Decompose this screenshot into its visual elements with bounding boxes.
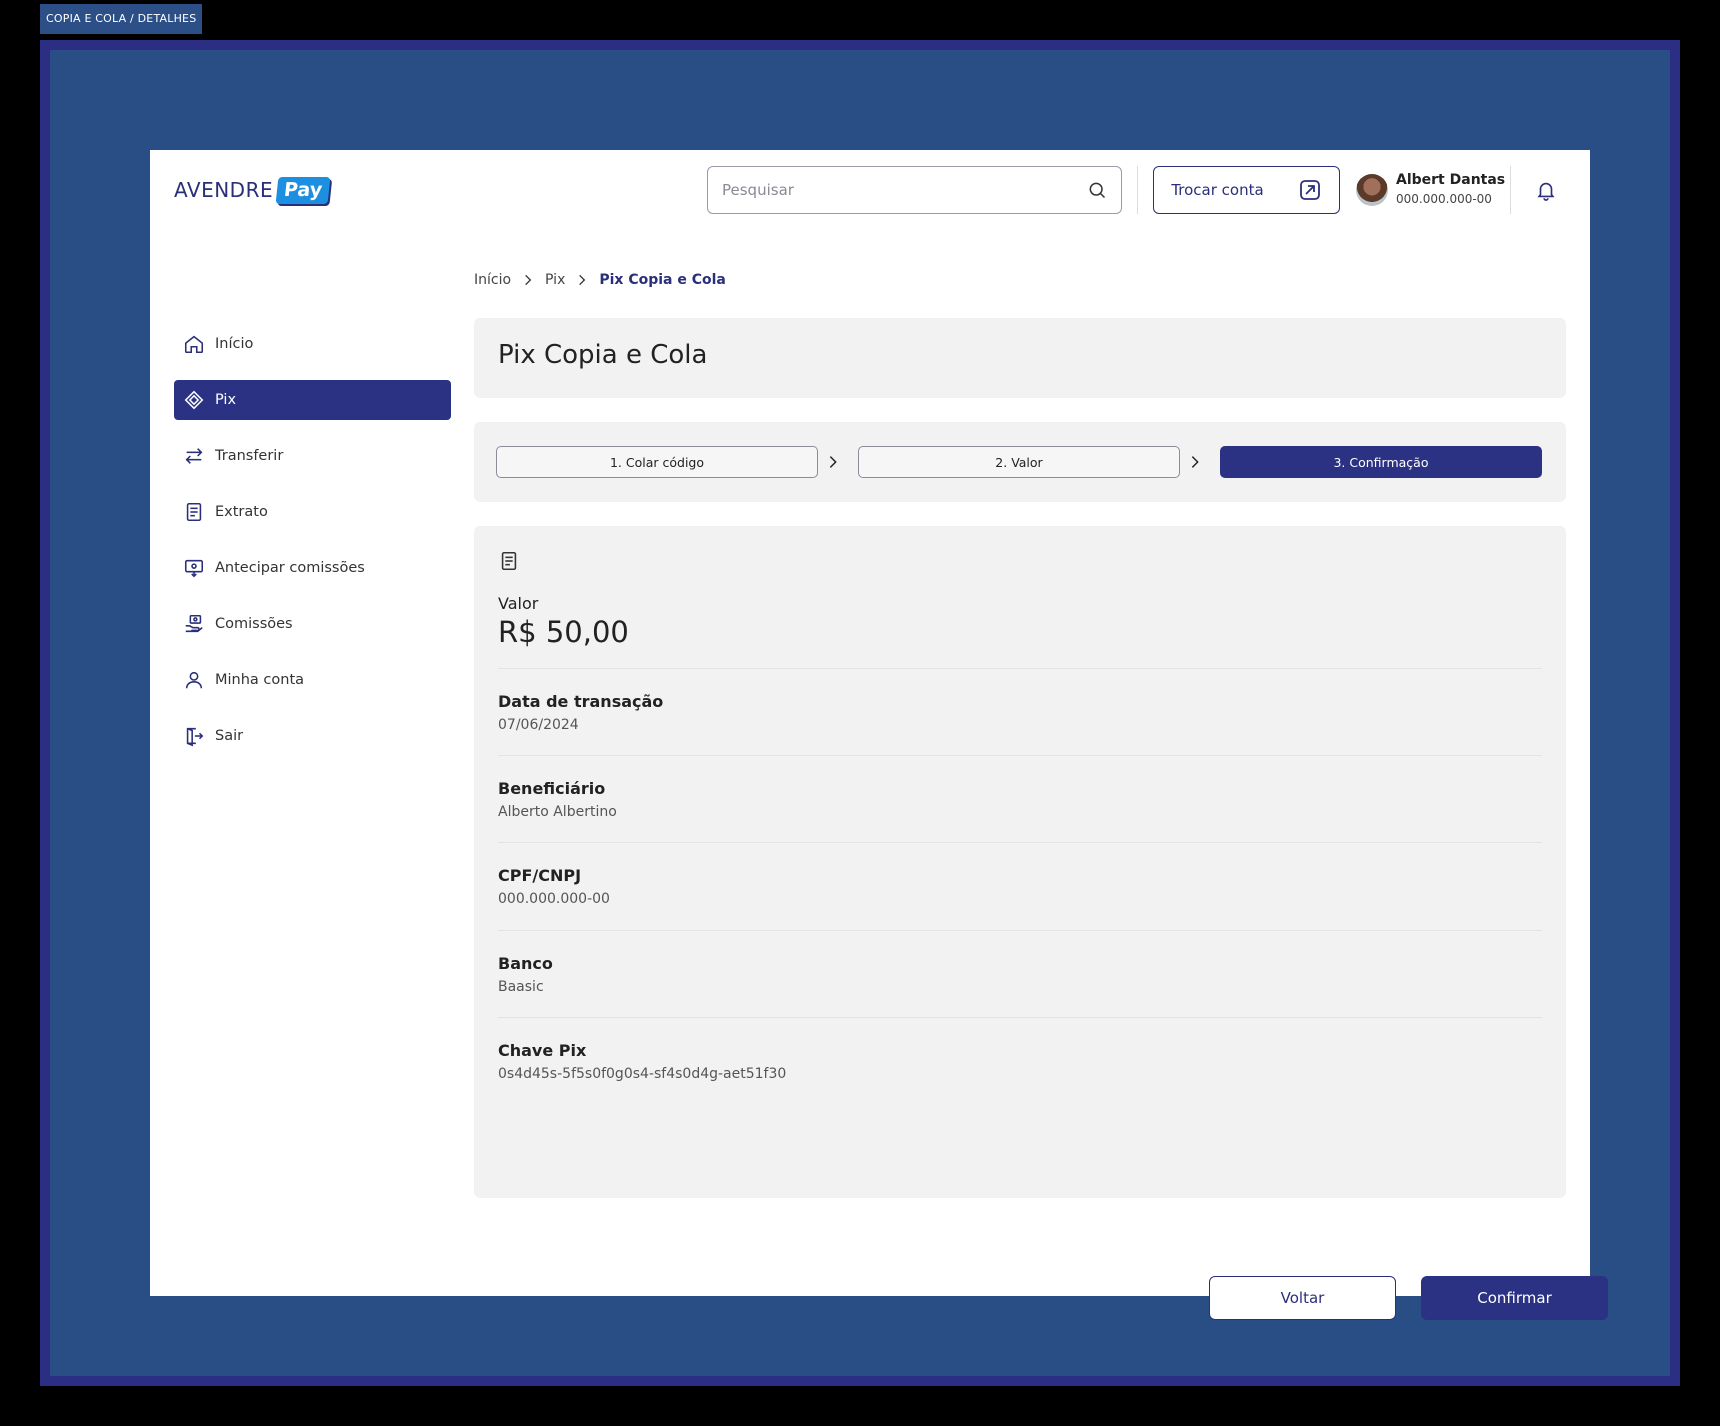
chevron-right-icon (1191, 456, 1199, 468)
header-divider (1510, 166, 1511, 214)
sidebar-item-comissoes[interactable]: Comissões (174, 604, 451, 644)
receipt-icon (501, 551, 517, 571)
sidebar-item-label: Pix (215, 392, 237, 408)
field-label: Chave Pix (498, 1041, 587, 1060)
commission-icon (185, 614, 203, 633)
chevron-right-icon (829, 456, 837, 468)
step-valor[interactable]: 2. Valor (858, 446, 1180, 478)
switch-account-button[interactable]: Trocar conta (1153, 166, 1340, 214)
home-icon (184, 335, 204, 354)
sidebar-item-label: Início (215, 336, 254, 352)
frame-label: COPIA E COLA / DETALHES (40, 4, 203, 34)
bell-icon[interactable] (1535, 178, 1557, 202)
field-value: 0s4d45s-5f5s0f0g0s4-sf4s0d4g-aet51f30 (498, 1066, 787, 1082)
chevron-right-icon (579, 274, 586, 286)
field-label: Data de transação (498, 692, 664, 711)
search-icon[interactable] (1087, 180, 1107, 200)
detail-field-beneficiary: Beneficiário Alberto Albertino (498, 779, 1542, 820)
logo-text: AVENDRE (174, 178, 274, 202)
transaction-details: Valor R$ 50,00 Data de transação 07/06/2… (474, 526, 1566, 1198)
pix-icon (184, 390, 204, 410)
transfer-icon (185, 448, 203, 464)
logout-icon (186, 727, 204, 747)
back-button[interactable]: Voltar (1209, 1276, 1396, 1320)
title-panel: Pix Copia e Cola (474, 318, 1566, 398)
sidebar-item-label: Minha conta (215, 672, 305, 688)
divider (498, 668, 1542, 669)
user-document: 000.000.000-00 (1396, 192, 1492, 206)
header-divider (1137, 166, 1138, 214)
sidebar-item-label: Comissões (215, 616, 293, 632)
divider (498, 930, 1542, 931)
advance-commission-icon (184, 559, 204, 578)
step-confirmacao[interactable]: 3. Confirmação (1220, 446, 1542, 478)
detail-field-pix-key: Chave Pix 0s4d45s-5f5s0f0g0s4-sf4s0d4g-a… (498, 1041, 1542, 1082)
amount-field: Valor R$ 50,00 (498, 594, 1542, 649)
confirm-button[interactable]: Confirmar (1421, 1276, 1608, 1320)
sidebar-item-label: Sair (215, 728, 244, 744)
stepper: 1. Colar código 2. Valor 3. Confirmação (474, 422, 1566, 502)
amount-value: R$ 50,00 (498, 615, 629, 649)
amount-label: Valor (498, 594, 539, 613)
field-label: Beneficiário (498, 779, 606, 798)
page-title: Pix Copia e Cola (498, 340, 708, 370)
detail-field-bank: Banco Baasic (498, 954, 1542, 995)
sidebar-item-sair[interactable]: Sair (174, 716, 451, 756)
user-name: Albert Dantas (1396, 172, 1506, 188)
field-label: CPF/CNPJ (498, 866, 582, 885)
field-value: Alberto Albertino (498, 804, 617, 820)
canvas-background: AVENDRE Pay Pesquisar Trocar conta Alber… (50, 50, 1670, 1376)
app-window: AVENDRE Pay Pesquisar Trocar conta Alber… (150, 150, 1608, 1320)
breadcrumb-item[interactable]: Início (474, 272, 511, 288)
divider (498, 1017, 1542, 1018)
sidebar-item-transferir[interactable]: Transferir (174, 436, 451, 476)
detail-field-document: CPF/CNPJ 000.000.000-00 (498, 866, 1542, 907)
switch-account-label: Trocar conta (1171, 181, 1264, 199)
sidebar-item-pix[interactable]: Pix (174, 380, 451, 420)
divider (498, 842, 1542, 843)
field-value: 000.000.000-00 (498, 891, 610, 907)
breadcrumb-current: Pix Copia e Cola (599, 272, 726, 288)
divider (498, 755, 1542, 756)
breadcrumb: Início Pix Pix Copia e Cola (474, 272, 726, 288)
avatar[interactable] (1356, 174, 1388, 206)
statement-icon (186, 502, 202, 522)
external-arrow-icon (1299, 180, 1320, 200)
sidebar-item-label: Extrato (215, 504, 268, 520)
field-value: Baasic (498, 979, 544, 995)
brand-logo[interactable]: AVENDRE Pay (174, 172, 331, 208)
sidebar-item-inicio[interactable]: Início (174, 324, 451, 364)
sidebar-item-antecipar-comissoes[interactable]: Antecipar comissões (174, 548, 451, 588)
step-colar-codigo[interactable]: 1. Colar código (496, 446, 818, 478)
sidebar-item-label: Antecipar comissões (215, 560, 365, 576)
search-input[interactable]: Pesquisar (707, 166, 1122, 214)
field-label: Banco (498, 954, 553, 973)
canvas-border: AVENDRE Pay Pesquisar Trocar conta Alber… (40, 40, 1680, 1386)
sidebar-nav: Início Pix Transferir Extrato Antecipar … (174, 324, 451, 772)
field-value: 07/06/2024 (498, 717, 579, 733)
user-icon (185, 671, 203, 689)
search-placeholder: Pesquisar (722, 181, 794, 199)
sidebar-item-label: Transferir (215, 448, 284, 464)
chevron-right-icon (525, 274, 532, 286)
sidebar-item-extrato[interactable]: Extrato (174, 492, 451, 532)
sidebar-item-minha-conta[interactable]: Minha conta (174, 660, 451, 700)
breadcrumb-item[interactable]: Pix (545, 272, 565, 288)
detail-field-date: Data de transação 07/06/2024 (498, 692, 1542, 733)
logo-badge: Pay (275, 176, 331, 204)
